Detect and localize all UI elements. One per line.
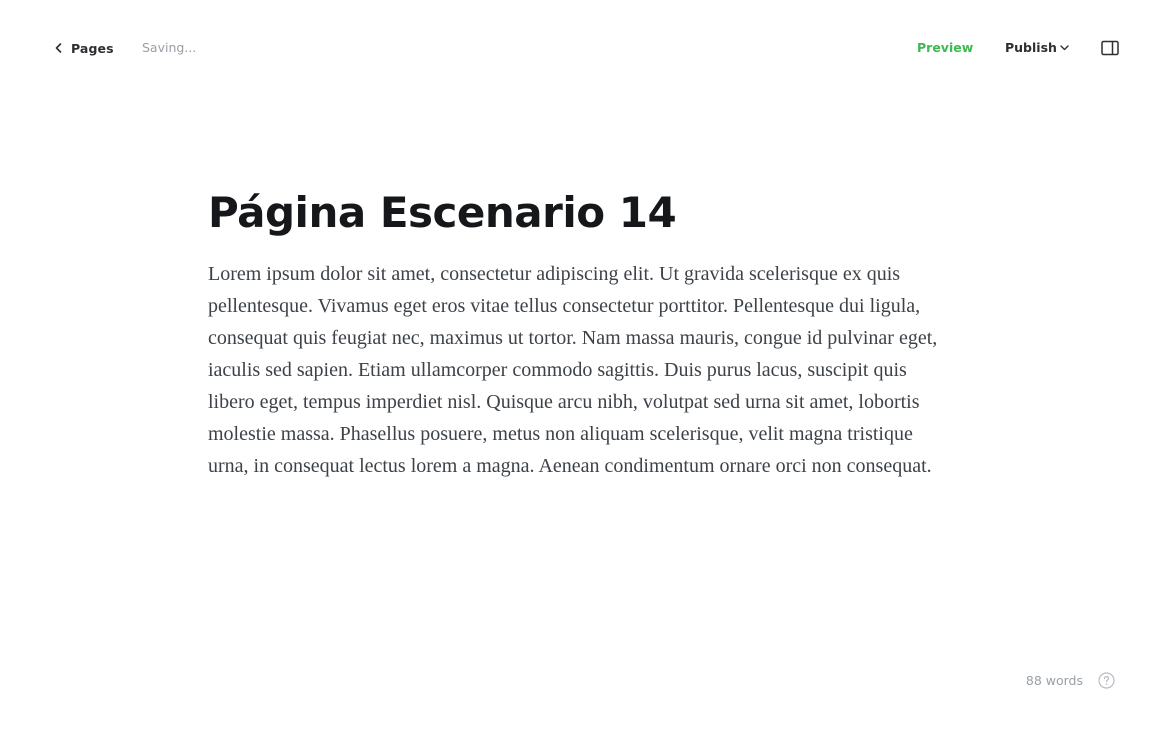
sidebar-panel-icon xyxy=(1101,40,1119,56)
editor-content: Página Escenario 14 Lorem ipsum dolor si… xyxy=(208,186,956,482)
save-status: Saving... xyxy=(142,40,197,55)
back-link-label: Pages xyxy=(71,40,114,56)
preview-button[interactable]: Preview xyxy=(917,40,973,55)
help-button[interactable] xyxy=(1098,672,1115,689)
editor-header: Pages Saving... Preview Publish xyxy=(0,0,1156,96)
question-circle-icon xyxy=(1098,672,1115,689)
body-line: urna, in consequat lectus lorem a magna.… xyxy=(208,455,932,477)
body-line: molestie massa. Phasellus posuere, metus… xyxy=(208,423,913,445)
post-title[interactable]: Página Escenario 14 xyxy=(208,186,956,240)
settings-menu-toggle[interactable] xyxy=(1101,40,1119,56)
chevron-left-icon xyxy=(55,43,62,53)
body-line: consequat quis feugiat nec, maximus ut t… xyxy=(208,327,938,349)
publish-button-label: Publish xyxy=(1005,40,1057,55)
body-line: Lorem ipsum dolor sit amet, consectetur … xyxy=(208,263,901,285)
body-line: iaculis sed sapien. Etiam ullamcorper co… xyxy=(208,359,907,381)
body-line: pellentesque. Vivamus eget eros vitae te… xyxy=(208,295,921,317)
editor-footer: 88 words xyxy=(1026,672,1115,689)
publish-button[interactable]: Publish xyxy=(1005,40,1069,55)
chevron-down-icon xyxy=(1060,45,1069,51)
word-count: 88 words xyxy=(1025,673,1083,688)
post-body[interactable]: Lorem ipsum dolor sit amet, consectetur … xyxy=(208,258,956,482)
body-line: libero eget, tempus imperdiet nisl. Quis… xyxy=(208,391,920,413)
back-to-pages-link[interactable]: Pages xyxy=(55,38,114,58)
